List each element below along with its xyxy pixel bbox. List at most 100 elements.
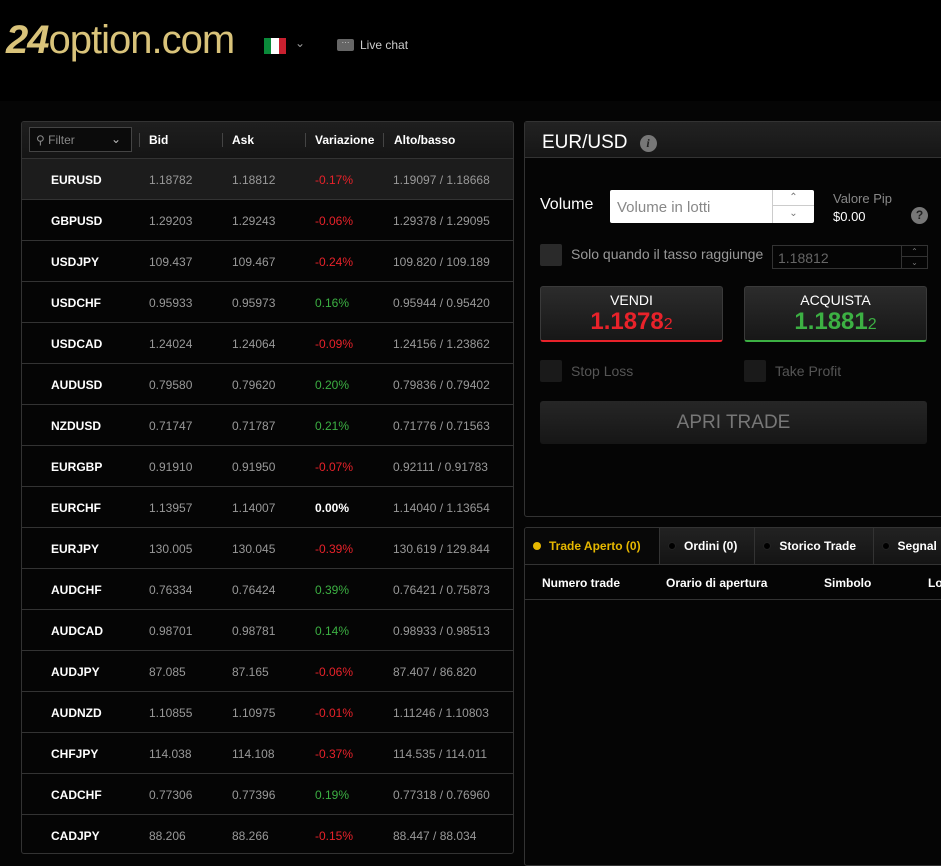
pip-value-label: Valore Pip xyxy=(833,191,893,206)
row-bid: 88.206 xyxy=(149,829,186,843)
instrument-row[interactable]: AUDCHF 0.76334 0.76424 0.39% 0.76421 / 0.758… xyxy=(22,569,513,610)
stop-loss-checkbox[interactable] xyxy=(540,360,562,382)
row-ask: 0.91950 xyxy=(232,460,276,474)
positions-panel: Trade Aperto (0) Ordini (0) Storico Trad… xyxy=(524,527,941,866)
divider xyxy=(383,133,384,147)
column-change[interactable]: Variazione xyxy=(315,133,374,147)
rate-stepper[interactable]: ⌃ ⌄ xyxy=(901,246,927,268)
volume-stepper[interactable]: ⌃ ⌄ xyxy=(772,190,814,223)
instrument-row[interactable]: CHFJPY 114.038 114.108 -0.37% 114.535 / 114.… xyxy=(22,733,513,774)
row-high-low: 1.14040 / 1.13654 xyxy=(393,501,490,515)
row-change: -0.01% xyxy=(315,706,354,720)
instrument-row[interactable]: USDCAD 1.24024 1.24064 -0.09% 1.24156 / 1.23… xyxy=(22,323,513,364)
buy-price: 1.18812 xyxy=(745,308,926,336)
row-ask: 0.77396 xyxy=(232,788,276,802)
info-icon[interactable]: i xyxy=(639,134,657,152)
instrument-row[interactable]: EURJPY 130.005 130.045 -0.39% 130.619 / 129.… xyxy=(22,528,513,569)
row-change: -0.09% xyxy=(315,337,354,351)
row-high-low: 0.79836 / 0.79402 xyxy=(393,378,490,392)
instrument-row[interactable]: AUDNZD 1.10855 1.10975 -0.01% 1.11246 / 1.10… xyxy=(22,692,513,733)
row-symbol: AUDJPY xyxy=(51,665,100,679)
row-symbol: CHFJPY xyxy=(51,747,99,761)
row-ask: 0.71787 xyxy=(232,419,276,433)
row-bid: 0.77306 xyxy=(149,788,193,802)
language-chevron-down-icon[interactable]: ⌄ xyxy=(295,36,305,50)
column-lots[interactable]: Lo xyxy=(928,576,941,590)
instrument-row[interactable]: AUDUSD 0.79580 0.79620 0.20% 0.79836 / 0.794… xyxy=(22,364,513,405)
instrument-row[interactable]: CADJPY 88.206 88.266 -0.15% 88.447 / 88.034 xyxy=(22,815,513,853)
logo[interactable]: 24option.com xyxy=(6,18,235,63)
instrument-row[interactable]: EURGBP 0.91910 0.91950 -0.07% 0.92111 / 0.91… xyxy=(22,446,513,487)
tab-trade-history[interactable]: Storico Trade xyxy=(755,528,874,564)
row-ask: 1.14007 xyxy=(232,501,276,515)
row-change: -0.06% xyxy=(315,665,354,679)
live-chat-link[interactable]: ··· Live chat xyxy=(337,38,408,52)
row-symbol: AUDCAD xyxy=(51,624,103,638)
row-bid: 0.71747 xyxy=(149,419,193,433)
chevron-down-icon[interactable]: ⌄ xyxy=(773,206,814,222)
row-change: 0.00% xyxy=(315,501,350,515)
instrument-row[interactable]: USDCHF 0.95933 0.95973 0.16% 0.95944 / 0.954… xyxy=(22,282,513,323)
row-high-low: 0.71776 / 0.71563 xyxy=(393,419,490,433)
column-high-low[interactable]: Alto/basso xyxy=(394,133,455,147)
open-trade-button[interactable]: APRI TRADE xyxy=(540,401,927,444)
rate-checkbox[interactable] xyxy=(540,244,562,266)
chevron-up-icon[interactable]: ⌃ xyxy=(902,246,927,257)
pip-value: $0.00 xyxy=(833,209,866,224)
row-bid: 1.18782 xyxy=(149,173,193,187)
row-change: 0.16% xyxy=(315,296,350,310)
volume-input[interactable]: Volume in lotti ⌃ ⌄ xyxy=(610,190,814,223)
italy-flag-icon[interactable] xyxy=(264,38,286,54)
sell-button[interactable]: VENDI 1.18782 xyxy=(540,286,723,342)
row-change: 0.14% xyxy=(315,624,350,638)
instrument-row[interactable]: EURCHF 1.13957 1.14007 0.00% 1.14040 / 1.136… xyxy=(22,487,513,528)
tab-orders[interactable]: Ordini (0) xyxy=(660,528,756,564)
instrument-row[interactable]: GBPUSD 1.29203 1.29243 -0.06% 1.29378 / 1.29… xyxy=(22,200,513,241)
instrument-row[interactable]: NZDUSD 0.71747 0.71787 0.21% 0.71776 / 0.715… xyxy=(22,405,513,446)
filter-dropdown[interactable]: ⚲ Filter ⌄ xyxy=(29,127,132,152)
row-symbol: AUDCHF xyxy=(51,583,102,597)
instrument-row[interactable]: USDJPY 109.437 109.467 -0.24% 109.820 / 109.… xyxy=(22,241,513,282)
row-bid: 114.038 xyxy=(149,747,192,761)
row-symbol: AUDNZD xyxy=(51,706,102,720)
row-ask: 109.467 xyxy=(232,255,276,269)
row-change: 0.19% xyxy=(315,788,350,802)
instrument-row[interactable]: CADCHF 0.77306 0.77396 0.19% 0.77318 / 0.769… xyxy=(22,774,513,815)
row-symbol: NZDUSD xyxy=(51,419,101,433)
pair-title: EUR/USD xyxy=(542,132,628,153)
row-bid: 130.005 xyxy=(149,542,193,556)
column-ask[interactable]: Ask xyxy=(232,133,254,147)
volume-placeholder: Volume in lotti xyxy=(617,199,711,216)
chevron-down-icon[interactable]: ⌄ xyxy=(902,257,927,268)
row-bid: 109.437 xyxy=(149,255,193,269)
help-icon[interactable]: ? xyxy=(911,207,928,224)
row-symbol: EURUSD xyxy=(51,173,102,187)
row-bid: 0.79580 xyxy=(149,378,193,392)
instrument-rows: EURUSD 1.18782 1.18812 -0.17% 1.19097 / 1.18… xyxy=(22,159,513,853)
filter-placeholder: Filter xyxy=(48,133,75,147)
column-open-time[interactable]: Orario di apertura xyxy=(666,576,767,590)
divider xyxy=(139,133,140,147)
tab-open-trades[interactable]: Trade Aperto (0) xyxy=(525,528,661,564)
column-bid[interactable]: Bid xyxy=(149,133,168,147)
instrument-row[interactable]: EURUSD 1.18782 1.18812 -0.17% 1.19097 / 1.18… xyxy=(22,159,513,200)
row-high-low: 1.29378 / 1.29095 xyxy=(393,214,490,228)
row-change: -0.24% xyxy=(315,255,354,269)
chat-bubble-icon: ··· xyxy=(337,39,354,51)
row-ask: 0.95973 xyxy=(232,296,276,310)
column-symbol[interactable]: Simbolo xyxy=(824,576,871,590)
sell-price-pip: 2 xyxy=(663,316,673,333)
chevron-up-icon[interactable]: ⌃ xyxy=(773,190,814,206)
buy-button[interactable]: ACQUISTA 1.18812 xyxy=(744,286,927,342)
column-trade-number[interactable]: Numero trade xyxy=(542,576,620,590)
take-profit-checkbox[interactable] xyxy=(744,360,766,382)
row-high-low: 1.19097 / 1.18668 xyxy=(393,173,490,187)
row-symbol: EURCHF xyxy=(51,501,101,515)
instrument-row[interactable]: AUDJPY 87.085 87.165 -0.06% 87.407 / 86.820 xyxy=(22,651,513,692)
instrument-row[interactable]: AUDCAD 0.98701 0.98781 0.14% 0.98933 / 0.985… xyxy=(22,610,513,651)
tab-label: Segnal xyxy=(897,539,937,553)
tab-signals[interactable]: Segnal xyxy=(873,528,941,564)
rate-input[interactable]: 1.18812 ⌃ ⌄ xyxy=(772,245,928,269)
row-high-low: 87.407 / 86.820 xyxy=(393,665,477,679)
row-high-low: 0.77318 / 0.76960 xyxy=(393,788,490,802)
